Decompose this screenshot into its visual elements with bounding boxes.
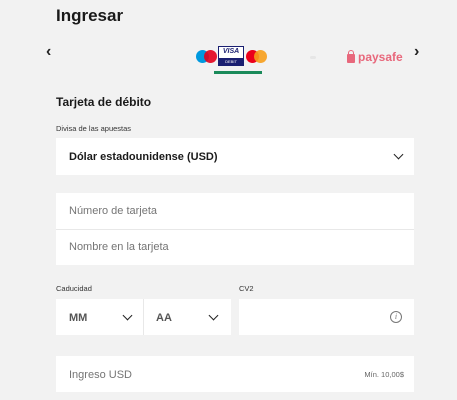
minimum-amount: Mín. 10,00$ bbox=[364, 370, 404, 379]
info-icon[interactable]: i bbox=[390, 311, 402, 323]
faded-method-icon bbox=[310, 56, 316, 59]
chevron-down-icon bbox=[393, 149, 404, 160]
payment-method-paysafe[interactable]: paysafe bbox=[347, 49, 403, 64]
lock-icon bbox=[347, 49, 355, 63]
expiry-selects: MM AA bbox=[56, 299, 231, 335]
cv2-label: CV2 bbox=[239, 284, 254, 293]
expiry-year-select[interactable]: AA bbox=[156, 312, 172, 324]
cv2-input[interactable]: i bbox=[239, 299, 414, 335]
currency-value: Dólar estadounidense (USD) bbox=[69, 151, 218, 163]
divider bbox=[143, 299, 144, 335]
chevron-left-icon[interactable]: ‹ bbox=[46, 44, 51, 60]
card-details-group: Número de tarjeta Nombre en la tarjeta bbox=[56, 193, 414, 265]
selected-method-indicator bbox=[214, 71, 262, 74]
divider bbox=[56, 229, 414, 230]
paysafe-label: paysafe bbox=[358, 50, 403, 64]
chevron-down-icon[interactable] bbox=[122, 310, 133, 321]
deposit-amount-input[interactable]: Ingreso USD Mín. 10,00$ bbox=[56, 356, 414, 392]
maestro-logo-icon bbox=[196, 50, 218, 64]
page-title: Ingresar bbox=[56, 6, 124, 25]
payment-method-debit-card[interactable]: VISA DEBIT bbox=[194, 38, 278, 74]
chevron-right-icon[interactable]: › bbox=[414, 44, 419, 60]
currency-label: Divisa de las apuestas bbox=[56, 124, 132, 133]
card-name-input[interactable]: Nombre en la tarjeta bbox=[69, 241, 169, 253]
expiry-month-select[interactable]: MM bbox=[69, 312, 87, 324]
visa-debit-logo-icon: VISA DEBIT bbox=[218, 46, 244, 66]
mastercard-logo-icon bbox=[246, 50, 268, 64]
chevron-down-icon[interactable] bbox=[208, 310, 219, 321]
payment-method-carousel: ‹ VISA DEBIT paysafe › bbox=[44, 38, 428, 74]
section-title: Tarjeta de débito bbox=[56, 95, 152, 109]
expiry-label: Caducidad bbox=[56, 284, 92, 293]
card-number-input[interactable]: Número de tarjeta bbox=[69, 205, 157, 217]
currency-select[interactable]: Dólar estadounidense (USD) bbox=[56, 138, 414, 175]
amount-placeholder: Ingreso USD bbox=[69, 369, 132, 381]
